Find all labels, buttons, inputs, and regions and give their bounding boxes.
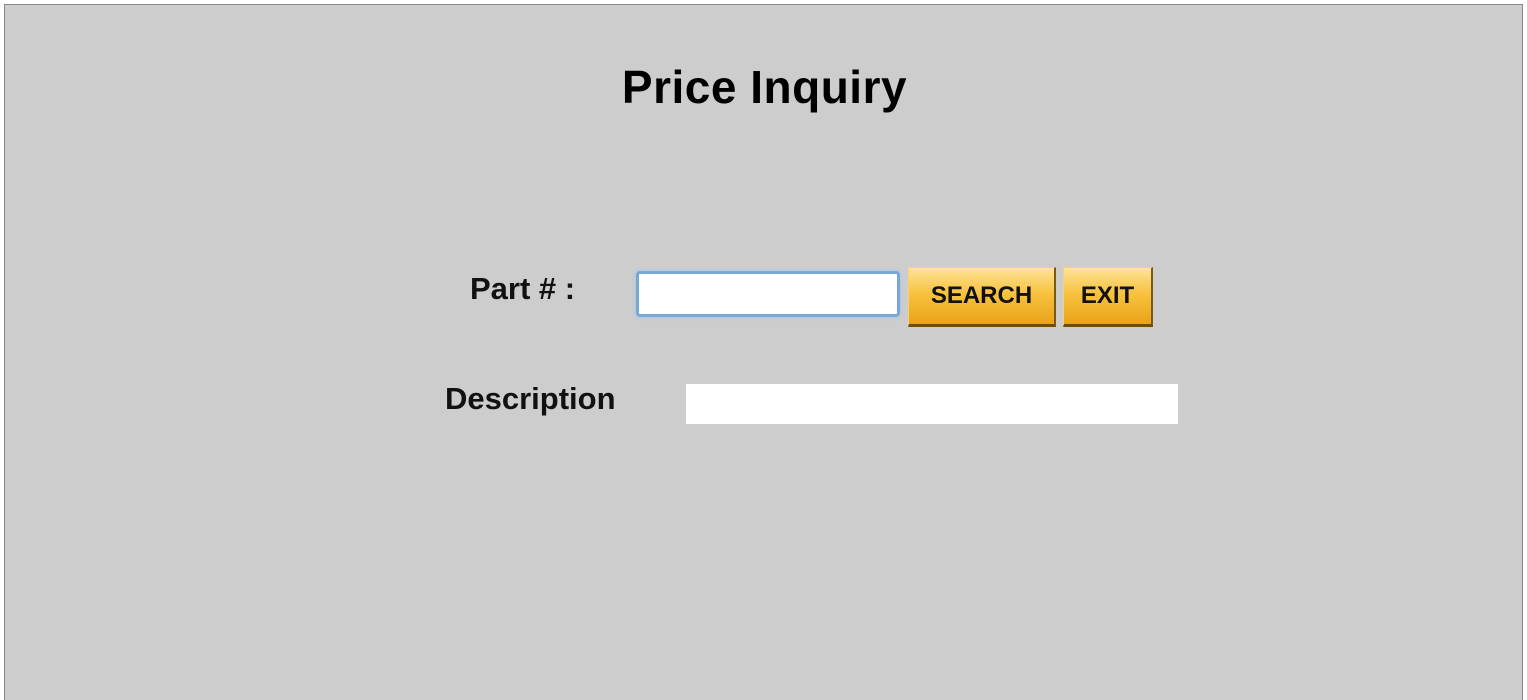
price-inquiry-window: Price Inquiry Part # : SEARCH EXIT Descr… <box>4 4 1523 700</box>
description-field <box>686 384 1178 424</box>
search-button[interactable]: SEARCH <box>908 267 1056 327</box>
description-label: Description <box>445 381 616 416</box>
part-number-input[interactable] <box>636 271 900 317</box>
page-title: Price Inquiry <box>621 61 908 113</box>
exit-button[interactable]: EXIT <box>1063 267 1153 327</box>
part-number-label: Part # : <box>470 271 576 306</box>
